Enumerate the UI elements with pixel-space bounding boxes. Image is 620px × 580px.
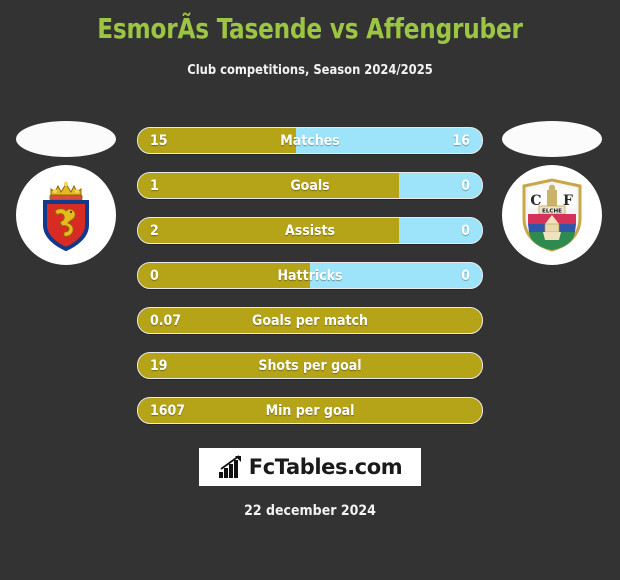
stat-row: 1 Goals 0 (137, 172, 483, 199)
left-team-badge[interactable] (16, 165, 116, 265)
left-oval-decoration (16, 121, 116, 157)
right-oval-decoration (502, 121, 602, 157)
badge-text: ELCHE (542, 209, 562, 215)
stat-label: Goals (290, 178, 330, 194)
stat-row: 2 Assists 0 (137, 217, 483, 244)
stat-label: Shots per goal (258, 358, 362, 374)
stats-list: 15 Matches 16 1 Goals 0 2 Assists 0 0 Hattricks 0 0.… (137, 127, 483, 442)
bar-chart-arrow-icon (218, 455, 241, 478)
stat-value-right: 0 (461, 268, 470, 284)
footer-date: 22 december 2024 (244, 503, 376, 519)
page-subtitle: Club competitions, Season 2024/2025 (187, 62, 433, 78)
fctables-logo-text: FcTables.com (248, 455, 403, 479)
stat-row: 0.07 Goals per match (137, 307, 483, 334)
stat-label: Goals per match (252, 313, 368, 329)
stat-label: Matches (280, 133, 340, 149)
fctables-logo[interactable]: FcTables.com (199, 448, 421, 486)
stat-label: Assists (284, 223, 336, 239)
stat-row: 1607 Min per goal (137, 397, 483, 424)
real-zaragoza-crest (43, 181, 89, 251)
stat-label: Min per goal (265, 403, 355, 419)
elche-cf-crest: C F ELCHE (522, 178, 582, 252)
stat-row: 19 Shots per goal (137, 352, 483, 379)
stat-row: 0 Hattricks 0 (137, 262, 483, 289)
stat-row: 15 Matches 16 (137, 127, 483, 154)
stat-value-right: 0 (461, 178, 470, 194)
stat-label: Hattricks (277, 268, 343, 284)
stat-value-right: 0 (461, 223, 470, 239)
right-team-badge[interactable]: C F ELCHE (502, 165, 602, 265)
page-title: EsmorÃs Tasende vs Affengruber (97, 12, 523, 45)
stat-value-right: 16 (452, 133, 470, 149)
infographic-page: EsmorÃs Tasende vs Affengruber Club comp… (0, 0, 620, 580)
